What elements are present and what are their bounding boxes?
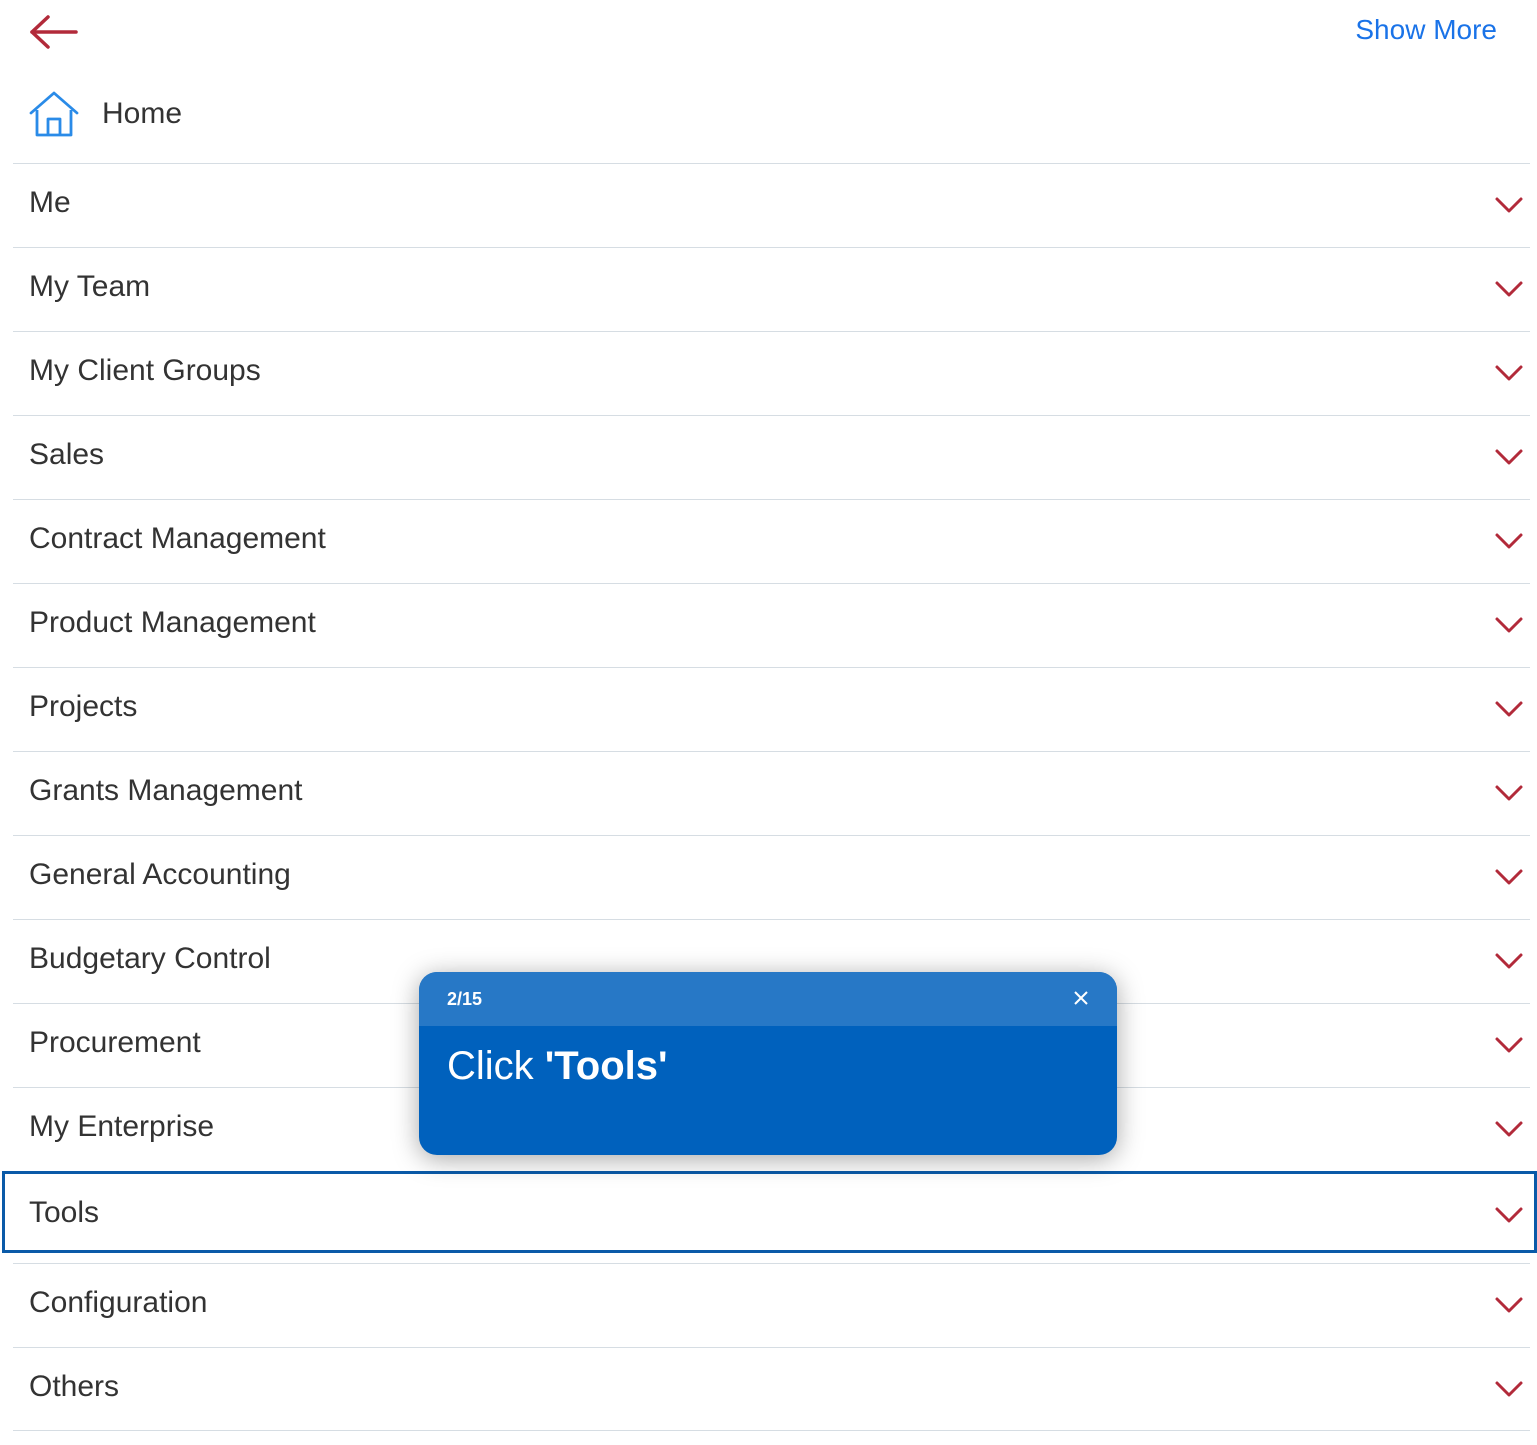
tooltip-header: 2/15 [419, 972, 1117, 1026]
chevron-down-icon[interactable] [1494, 194, 1524, 216]
menu-item-general-accounting[interactable]: General Accounting [13, 835, 1530, 919]
menu-item-projects[interactable]: Projects [13, 667, 1530, 751]
tooltip-instruction-prefix: Click [447, 1044, 545, 1088]
guide-tooltip: 2/15 Click 'Tools' [419, 972, 1117, 1155]
chevron-down-icon[interactable] [1494, 278, 1524, 300]
menu-item-grants-management[interactable]: Grants Management [13, 751, 1530, 835]
chevron-down-icon[interactable] [1494, 1378, 1524, 1400]
menu-item-tools[interactable]: Tools [2, 1171, 1537, 1253]
menu-item-my-team[interactable]: My Team [13, 247, 1530, 331]
menu-item-label: Grants Management [29, 774, 303, 807]
tooltip-instruction: Click 'Tools' [447, 1044, 668, 1089]
menu-item-me[interactable]: Me [13, 163, 1530, 247]
menu-item-label: Projects [29, 690, 138, 723]
chevron-down-icon[interactable] [1494, 530, 1524, 552]
menu-item-label: General Accounting [29, 858, 291, 891]
arrow-left-icon [30, 15, 78, 49]
menu-item-label: Me [29, 186, 71, 219]
home-icon [29, 91, 79, 137]
chevron-down-icon[interactable] [1494, 1294, 1524, 1316]
chevron-down-icon[interactable] [1494, 782, 1524, 804]
chevron-down-icon[interactable] [1494, 614, 1524, 636]
chevron-down-icon[interactable] [1494, 1118, 1524, 1140]
chevron-down-icon[interactable] [1494, 446, 1524, 468]
menu-item-label: Contract Management [29, 522, 326, 555]
close-icon[interactable] [1071, 988, 1091, 1008]
menu-item-label: My Team [29, 270, 151, 303]
menu-item-label: My Client Groups [29, 354, 261, 387]
chevron-down-icon[interactable] [1494, 698, 1524, 720]
menu-item-my-client-groups[interactable]: My Client Groups [13, 331, 1530, 415]
tooltip-instruction-target: 'Tools' [544, 1044, 668, 1088]
chevron-down-icon[interactable] [1494, 362, 1524, 384]
home-label: Home [102, 97, 183, 130]
chevron-down-icon[interactable] [1494, 1204, 1524, 1226]
menu-item-label: Procurement [29, 1026, 201, 1059]
chevron-down-icon[interactable] [1494, 1034, 1524, 1056]
menu-item-configuration[interactable]: Configuration [13, 1263, 1530, 1347]
menu-item-label: My Enterprise [29, 1110, 215, 1143]
menu-item-label: Configuration [29, 1286, 208, 1319]
chevron-down-icon[interactable] [1494, 950, 1524, 972]
navigator-menu: Me My Team My Client Groups Sales Contract M… [2, 163, 1537, 1431]
menu-item-contract-management[interactable]: Contract Management [13, 499, 1530, 583]
menu-item-label: Product Management [29, 606, 316, 639]
menu-item-label: Others [29, 1370, 120, 1403]
tooltip-step-counter: 2/15 [447, 989, 483, 1009]
home-link[interactable]: Home [28, 88, 182, 140]
menu-item-sales[interactable]: Sales [13, 415, 1530, 499]
menu-item-label: Tools [29, 1196, 100, 1229]
menu-item-product-management[interactable]: Product Management [13, 583, 1530, 667]
navigator-page: Show More Home Me My Team My Client Groups… [0, 0, 1537, 1445]
menu-item-label: Sales [29, 438, 105, 471]
menu-item-label: Budgetary Control [29, 942, 271, 975]
menu-item-others[interactable]: Others [13, 1347, 1530, 1431]
show-more-link[interactable]: Show More [1355, 14, 1497, 46]
back-button[interactable] [28, 14, 80, 50]
chevron-down-icon[interactable] [1494, 866, 1524, 888]
